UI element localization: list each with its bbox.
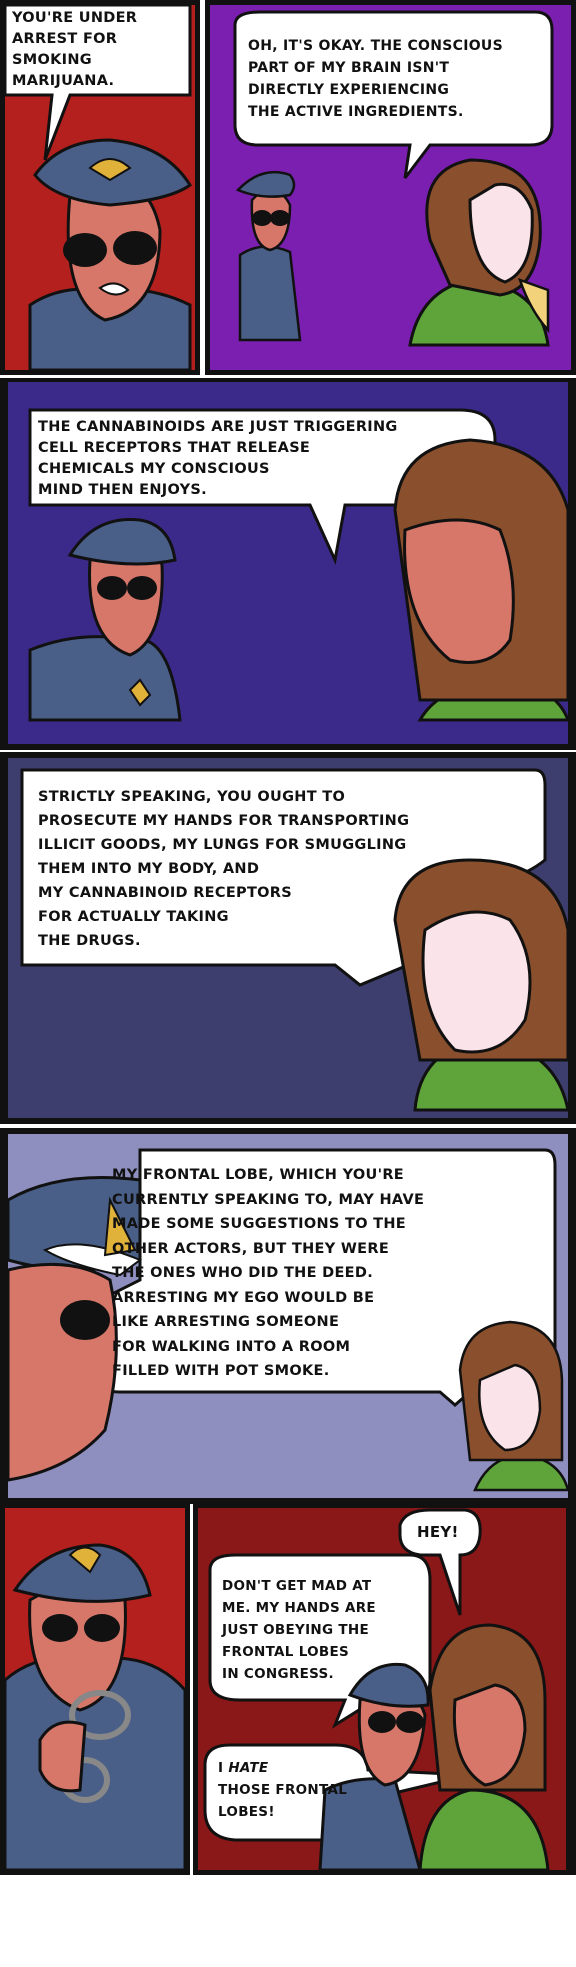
speech-bubble-hate: I hate those frontal lobes! <box>218 1757 347 1823</box>
hate-prefix: I <box>218 1760 224 1776</box>
speech-bubble-conscious: Oh, it's okay. The conscious part of my … <box>248 38 503 120</box>
woman <box>418 1623 550 1872</box>
woman <box>393 438 571 722</box>
panel-6 <box>0 1503 190 1875</box>
speech-bubble-frontal-lobe: My frontal lobe, which you're currently … <box>112 1167 425 1379</box>
speech-bubble-arrest: You're under arrest for smoking marijuan… <box>12 10 138 89</box>
speech-bubble-hey: Hey! <box>417 1523 459 1541</box>
hate-suffix: those frontal lobes! <box>218 1782 348 1820</box>
comic-strip: You're under arrest for smoking marijuan… <box>0 0 576 1967</box>
speech-bubble-prosecute: Strictly speaking, you ought to prosecut… <box>38 789 410 949</box>
speech-bubble-cannabinoids: The cannabinoids are just triggering cel… <box>38 419 398 498</box>
hate-emphasis: hate <box>228 1760 269 1776</box>
speech-bubble-congress: Don't get mad at me. My hands are just o… <box>222 1578 376 1682</box>
